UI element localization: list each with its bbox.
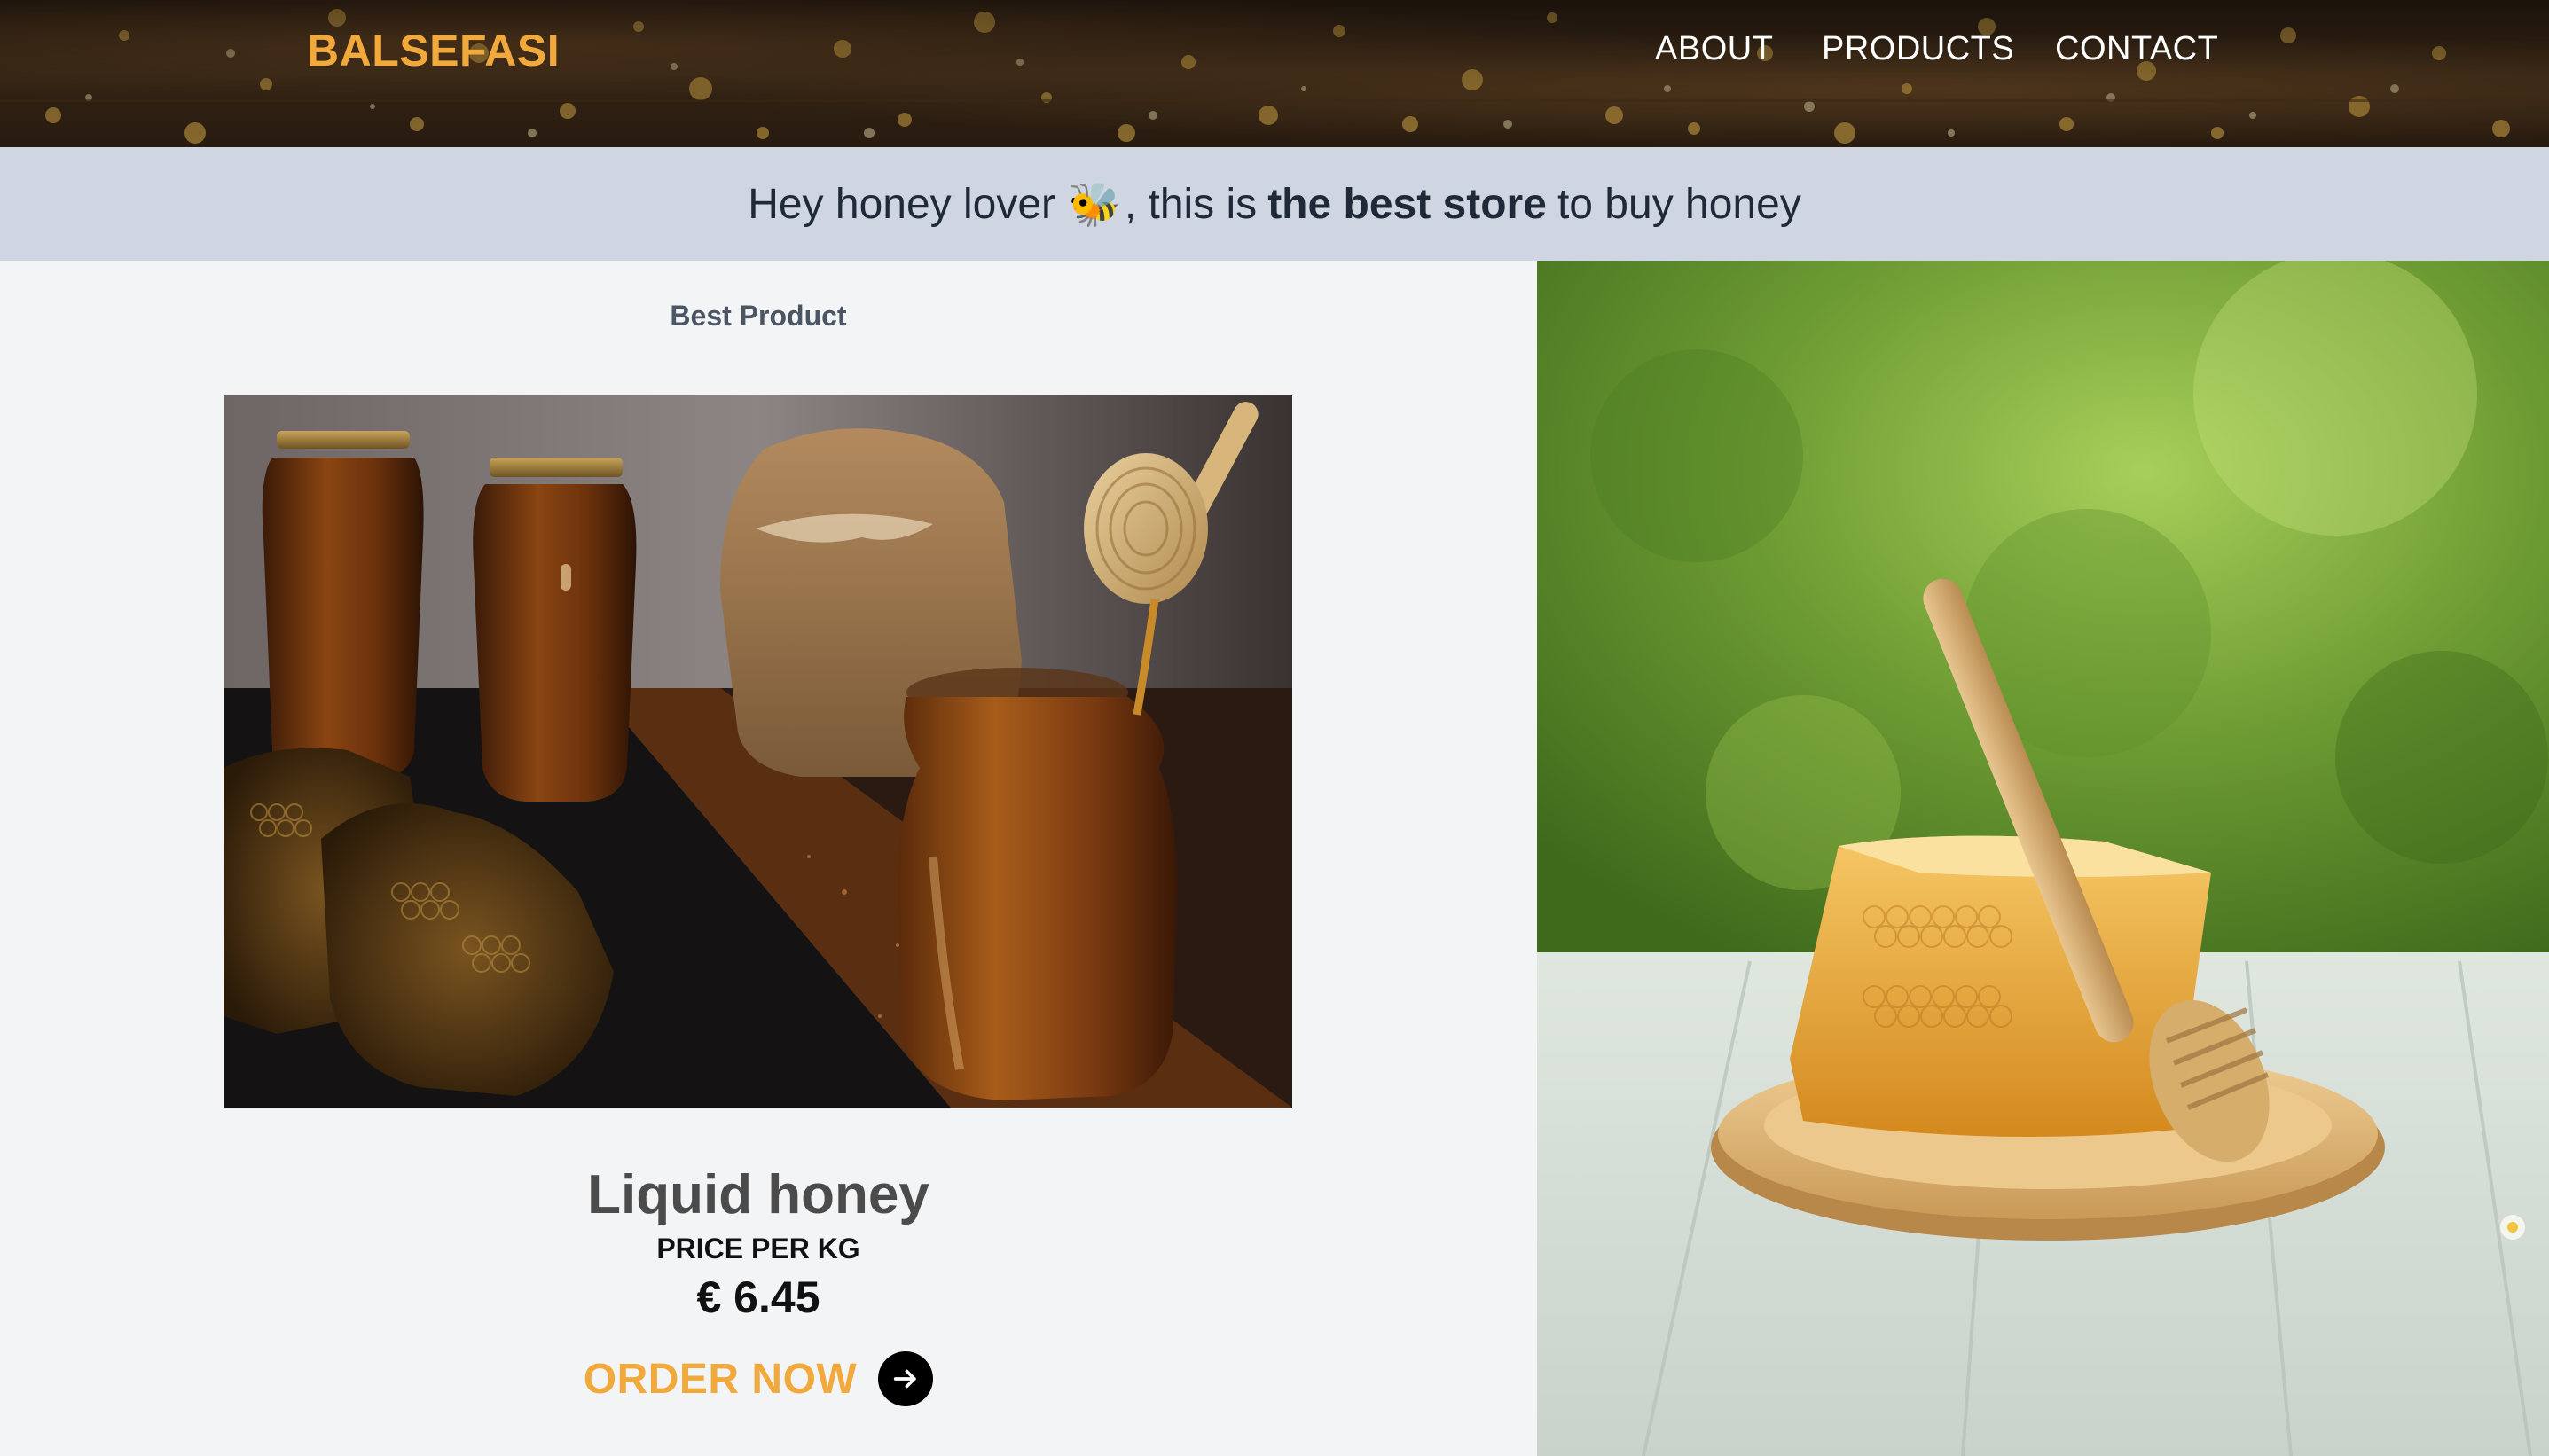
banner-text-middle: , this is [1124,180,1258,228]
bee-icon: 🐝 [1068,181,1121,229]
product-name: Liquid honey [587,1164,929,1225]
order-now-link[interactable]: ORDER NOW [584,1355,857,1404]
order-now-button[interactable] [878,1351,934,1406]
navbar: BALSEFASI ABOUT PRODUCTS CONTACT [0,0,2549,147]
banner-text-end: to buy honey [1557,180,1801,228]
banner-text-start: Hey honey lover [748,180,1056,228]
section-label: Best Product [670,300,847,332]
product-image [224,395,1292,1108]
nav-link-contact[interactable]: CONTACT [2055,30,2218,68]
price-label: PRICE PER KG [656,1233,860,1264]
nav-link-products[interactable]: PRODUCTS [1822,30,2014,68]
promo-banner: Hey honey lover 🐝 , this is the best sto… [0,147,2549,261]
nav-link-about[interactable]: ABOUT [1655,30,1773,68]
brand-logo[interactable]: BALSEFASI [307,25,560,76]
hero-image [1537,261,2549,1456]
order-cta: ORDER NOW [0,1351,1517,1406]
navbar-divider [0,99,2549,102]
price-value: € 6.45 [696,1272,820,1322]
banner-text-bold: the best store [1267,180,1547,228]
arrow-right-icon [894,1369,916,1389]
featured-product-section: Best Product Liquid honey PRICE PER KG €… [0,261,1537,1456]
